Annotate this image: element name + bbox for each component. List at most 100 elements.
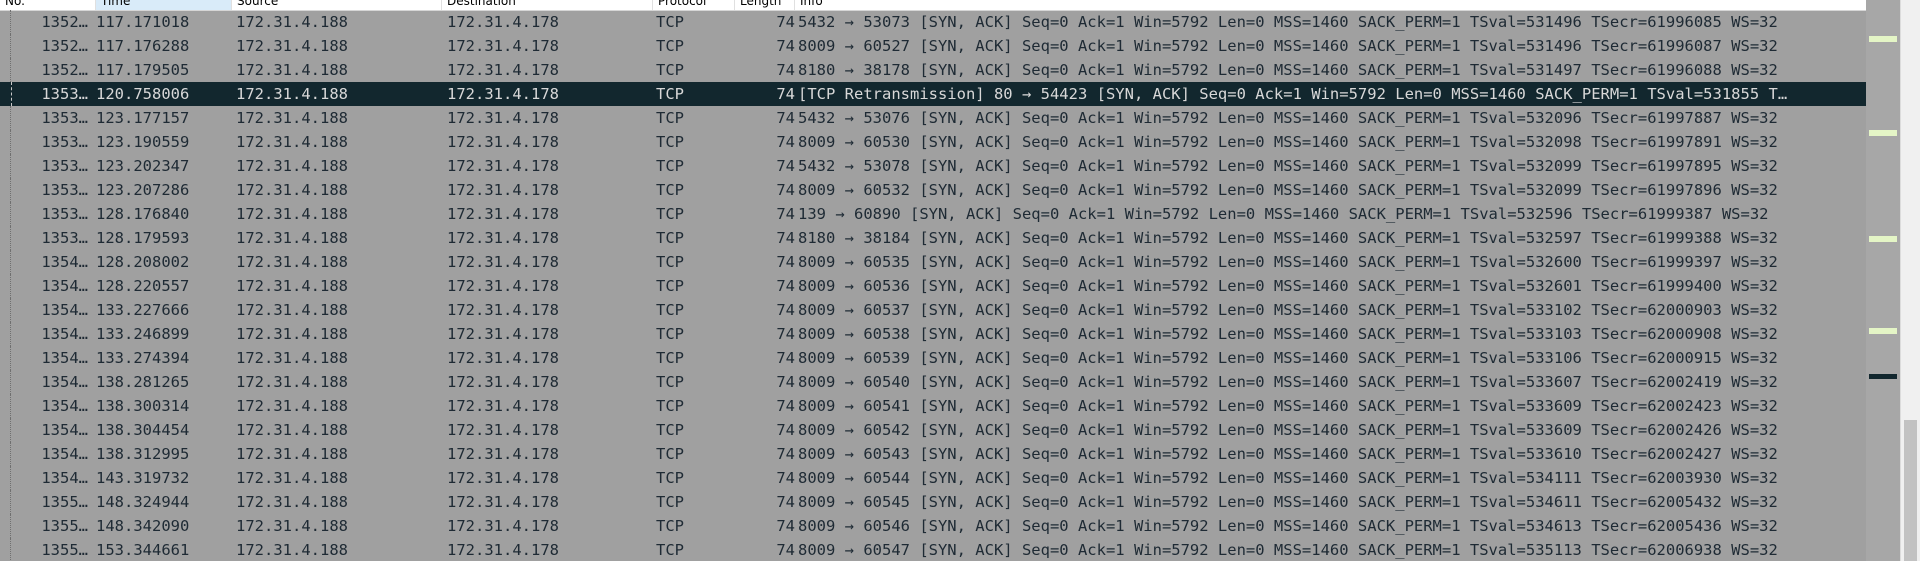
cell-time: 133.246899: [96, 325, 190, 343]
packet-row[interactable]: 1355… 153.344661 172.31.4.188 172.31.4.178 T…: [0, 538, 1866, 561]
cell-source: 172.31.4.188: [236, 421, 348, 439]
cell-destination: 172.31.4.178: [447, 517, 559, 535]
cell-no: 1354…: [41, 469, 88, 487]
cell-length: 74: [776, 181, 795, 199]
packet-row[interactable]: 1354… 138.300314 172.31.4.188 172.31.4.178 T…: [0, 394, 1866, 418]
packet-row-selected[interactable]: 1353… 120.758006 172.31.4.188 172.31.4.178 T…: [0, 82, 1866, 106]
cell-info: 5432 → 53078 [SYN, ACK] Seq=0 Ack=1 Win=…: [798, 157, 1778, 175]
cell-time: 148.324944: [96, 493, 190, 511]
packet-row[interactable]: 1354… 138.304454 172.31.4.188 172.31.4.178 T…: [0, 418, 1866, 442]
packet-row[interactable]: 1352… 117.179505 172.31.4.188 172.31.4.178 T…: [0, 58, 1866, 82]
cell-info: 8009 → 60544 [SYN, ACK] Seq=0 Ack=1 Win=…: [798, 469, 1778, 487]
cell-length: 74: [776, 205, 795, 223]
cell-info: 8009 → 60545 [SYN, ACK] Seq=0 Ack=1 Win=…: [798, 493, 1778, 511]
cell-time: 117.176288: [96, 37, 190, 55]
column-header-info[interactable]: Info: [795, 0, 1866, 10]
cell-time: 128.179593: [96, 229, 190, 247]
column-header-destination[interactable]: Destination: [442, 0, 653, 10]
cell-no: 1354…: [41, 373, 88, 391]
packet-row[interactable]: 1353… 123.190559 172.31.4.188 172.31.4.178 T…: [0, 130, 1866, 154]
cell-source: 172.31.4.188: [236, 493, 348, 511]
column-header-time[interactable]: Time: [96, 0, 232, 10]
cell-protocol: TCP: [656, 517, 684, 535]
conversation-tree-line: [10, 250, 12, 274]
cell-destination: 172.31.4.178: [447, 253, 559, 271]
cell-no: 1354…: [41, 349, 88, 367]
conversation-tree-line: [10, 10, 12, 34]
cell-no: 1353…: [41, 181, 88, 199]
packet-row[interactable]: 1355… 148.342090 172.31.4.188 172.31.4.178 T…: [0, 514, 1866, 538]
cell-time: 153.344661: [96, 541, 190, 559]
cell-protocol: TCP: [656, 373, 684, 391]
cell-no: 1353…: [41, 85, 88, 103]
cell-info: 8180 → 38184 [SYN, ACK] Seq=0 Ack=1 Win=…: [798, 229, 1778, 247]
cell-info: 8009 → 60542 [SYN, ACK] Seq=0 Ack=1 Win=…: [798, 421, 1778, 439]
cell-source: 172.31.4.188: [236, 109, 348, 127]
cell-source: 172.31.4.188: [236, 85, 348, 103]
cell-source: 172.31.4.188: [236, 13, 348, 31]
cell-no: 1354…: [41, 445, 88, 463]
cell-length: 74: [776, 253, 795, 271]
cell-info: 8009 → 60536 [SYN, ACK] Seq=0 Ack=1 Win=…: [798, 277, 1778, 295]
cell-protocol: TCP: [656, 277, 684, 295]
cell-destination: 172.31.4.178: [447, 181, 559, 199]
cell-length: 74: [776, 325, 795, 343]
minimap-marker: [1869, 130, 1897, 136]
packet-row[interactable]: 1354… 138.312995 172.31.4.188 172.31.4.178 T…: [0, 442, 1866, 466]
column-header-length[interactable]: Length: [735, 0, 795, 10]
cell-length: 74: [776, 229, 795, 247]
packet-row[interactable]: 1354… 138.281265 172.31.4.188 172.31.4.178 T…: [0, 370, 1866, 394]
cell-no: 1353…: [41, 229, 88, 247]
cell-protocol: TCP: [656, 157, 684, 175]
packet-row[interactable]: 1352… 117.171018 172.31.4.188 172.31.4.178 T…: [0, 10, 1866, 34]
vertical-scrollbar[interactable]: [1900, 0, 1920, 561]
cell-info: 8180 → 38178 [SYN, ACK] Seq=0 Ack=1 Win=…: [798, 61, 1778, 79]
packet-list[interactable]: No. Time Source Destination Protocol Len…: [0, 0, 1866, 561]
scrollbar-thumb[interactable]: [1904, 420, 1917, 561]
packet-row[interactable]: 1353… 123.207286 172.31.4.188 172.31.4.178 T…: [0, 178, 1866, 202]
conversation-tree-line: [10, 298, 12, 322]
cell-time: 123.177157: [96, 109, 190, 127]
cell-length: 74: [776, 157, 795, 175]
cell-protocol: TCP: [656, 13, 684, 31]
cell-length: 74: [776, 397, 795, 415]
packet-row[interactable]: 1352… 117.176288 172.31.4.188 172.31.4.178 T…: [0, 34, 1866, 58]
packet-row[interactable]: 1354… 133.274394 172.31.4.188 172.31.4.178 T…: [0, 346, 1866, 370]
packet-row[interactable]: 1355… 148.324944 172.31.4.188 172.31.4.178 T…: [0, 490, 1866, 514]
column-header-protocol[interactable]: Protocol: [653, 0, 735, 10]
packet-row[interactable]: 1353… 128.176840 172.31.4.188 172.31.4.178 T…: [0, 202, 1866, 226]
cell-length: 74: [776, 301, 795, 319]
cell-protocol: TCP: [656, 253, 684, 271]
cell-source: 172.31.4.188: [236, 517, 348, 535]
cell-info: 8009 → 60541 [SYN, ACK] Seq=0 Ack=1 Win=…: [798, 397, 1778, 415]
packet-minimap[interactable]: [1866, 0, 1900, 561]
cell-info: 8009 → 60546 [SYN, ACK] Seq=0 Ack=1 Win=…: [798, 517, 1778, 535]
cell-source: 172.31.4.188: [236, 205, 348, 223]
cell-no: 1355…: [41, 541, 88, 559]
packet-row[interactable]: 1353… 123.177157 172.31.4.188 172.31.4.178 T…: [0, 106, 1866, 130]
cell-destination: 172.31.4.178: [447, 13, 559, 31]
packet-row[interactable]: 1354… 133.246899 172.31.4.188 172.31.4.178 T…: [0, 322, 1866, 346]
cell-info: 5432 → 53076 [SYN, ACK] Seq=0 Ack=1 Win=…: [798, 109, 1778, 127]
packet-row[interactable]: 1354… 143.319732 172.31.4.188 172.31.4.178 T…: [0, 466, 1866, 490]
packet-row[interactable]: 1353… 128.179593 172.31.4.188 172.31.4.178 T…: [0, 226, 1866, 250]
cell-info: 8009 → 60543 [SYN, ACK] Seq=0 Ack=1 Win=…: [798, 445, 1778, 463]
cell-destination: 172.31.4.178: [447, 349, 559, 367]
column-header-source[interactable]: Source: [232, 0, 442, 10]
cell-protocol: TCP: [656, 301, 684, 319]
minimap-marker: [1869, 236, 1897, 242]
conversation-tree-line: [10, 178, 12, 202]
cell-info: 139 → 60890 [SYN, ACK] Seq=0 Ack=1 Win=5…: [798, 205, 1769, 223]
cell-no: 1354…: [41, 325, 88, 343]
cell-protocol: TCP: [656, 397, 684, 415]
packet-row[interactable]: 1353… 123.202347 172.31.4.188 172.31.4.178 T…: [0, 154, 1866, 178]
cell-info: 8009 → 60527 [SYN, ACK] Seq=0 Ack=1 Win=…: [798, 37, 1778, 55]
column-header-no[interactable]: No.: [0, 0, 96, 10]
cell-no: 1354…: [41, 253, 88, 271]
packet-row[interactable]: 1354… 128.220557 172.31.4.188 172.31.4.178 T…: [0, 274, 1866, 298]
conversation-tree-line: [10, 58, 12, 82]
packet-row[interactable]: 1354… 133.227666 172.31.4.188 172.31.4.178 T…: [0, 298, 1866, 322]
packet-row[interactable]: 1354… 128.208002 172.31.4.188 172.31.4.178 T…: [0, 250, 1866, 274]
conversation-tree-line: [10, 514, 12, 538]
cell-length: 74: [776, 349, 795, 367]
